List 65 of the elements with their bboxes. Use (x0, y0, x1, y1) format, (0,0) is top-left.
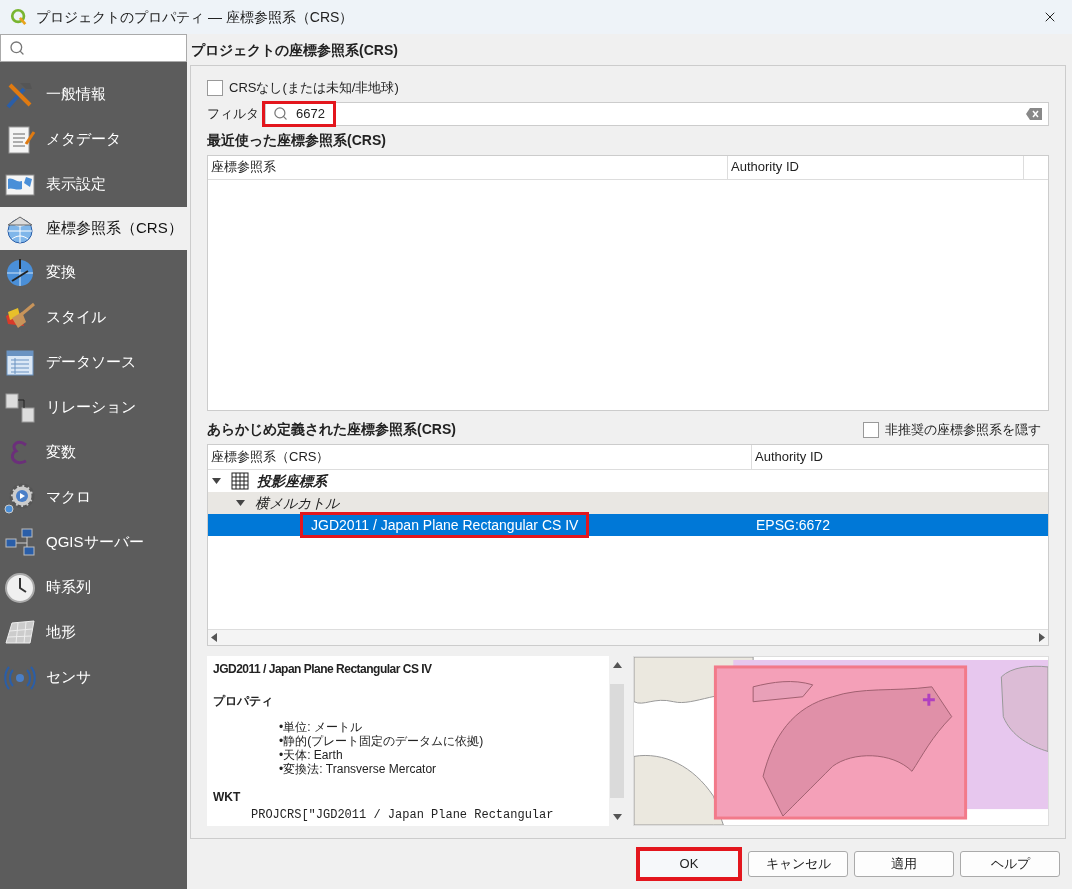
sidebar-item[interactable]: センサ (0, 655, 187, 700)
checkbox-label: 非推奨の座標参照系を隠す (885, 420, 1041, 439)
search-field[interactable] (0, 34, 187, 62)
tree-row[interactable]: 横メルカトル (208, 492, 1048, 514)
clear-icon[interactable] (1026, 107, 1042, 120)
scroll-left-icon[interactable] (211, 633, 217, 642)
window-title: プロジェクトのプロパティ — 座標参照系（CRS） (36, 7, 354, 27)
sidebar-item[interactable]: 座標参照系（CRS） (0, 207, 187, 250)
wkt-heading: WKT (213, 789, 242, 806)
dialog-button[interactable]: キャンセル (748, 851, 848, 877)
property-item: •静的(プレート固定のデータムに依拠) (279, 734, 485, 748)
scroll-up-icon[interactable] (612, 662, 622, 668)
scroll-down-icon[interactable] (612, 814, 622, 820)
collapse-icon[interactable] (236, 500, 245, 506)
sidebar-item[interactable]: QGISサーバー (0, 520, 187, 565)
sidebar-item[interactable]: 時系列 (0, 565, 187, 610)
tree-group-label: 投影座標系 (257, 471, 327, 491)
grid-icon (231, 472, 249, 490)
section-title: プロジェクトの座標参照系(CRS) (191, 41, 399, 60)
scroll-right-icon[interactable] (1039, 633, 1045, 642)
checkbox[interactable] (207, 79, 223, 96)
section-title: あらかじめ定義された座標参照系(CRS) (207, 420, 456, 439)
sidebar-item[interactable]: データソース (0, 340, 187, 385)
dialog-button[interactable]: ヘルプ (960, 851, 1060, 877)
authority-id: EPSG:6672 (755, 515, 831, 535)
column-header[interactable]: 座標参照系 (208, 155, 728, 179)
scrollbar-thumb[interactable] (610, 684, 624, 798)
collapse-icon[interactable] (212, 478, 221, 484)
column-header[interactable]: 座標参照系（CRS） (208, 445, 752, 469)
property-item: •天体: Earth (279, 748, 344, 762)
properties-heading: プロパティ (213, 693, 274, 710)
clock-icon (4, 571, 36, 604)
relation-icon (4, 391, 36, 424)
filter-field[interactable]: 6672 (262, 100, 336, 127)
sidebar-item[interactable]: メタデータ (0, 117, 187, 162)
sidebar-item[interactable]: 変数 (0, 430, 187, 475)
crs-details-title: JGD2011 / Japan Plane Rectangular CS IV (213, 661, 433, 678)
property-item: •単位: メートル (279, 720, 363, 734)
sidebar-item[interactable]: 変換 (0, 250, 187, 295)
gear-icon (4, 481, 36, 514)
search-icon (273, 106, 288, 121)
sidebar-item[interactable]: 地形 (0, 610, 187, 655)
filter-label: フィルタ (207, 104, 259, 123)
checkbox[interactable] (863, 421, 879, 438)
column-header[interactable]: Authority ID (728, 155, 1024, 179)
sidebar-item[interactable]: 表示設定 (0, 162, 187, 207)
sidebar-item[interactable]: マクロ (0, 475, 187, 520)
checkbox-label: CRSなし(または未知/非地球) (229, 79, 399, 97)
horizontal-scrollbar[interactable] (208, 629, 1048, 645)
app-logo-icon (10, 8, 28, 26)
section-title: 最近使った座標参照系(CRS) (207, 130, 387, 150)
dialog-button[interactable]: OK (636, 847, 742, 881)
tree-group-label: 横メルカトル (255, 493, 339, 513)
sidebar-item[interactable]: 一般情報 (0, 72, 187, 117)
column-header[interactable]: Authority ID (752, 445, 1048, 469)
dialog-button[interactable]: 適用 (854, 851, 954, 877)
wkt-text: PROJCRS["JGD2011 / Japan Plane Rectangular (250, 807, 555, 824)
search-icon (9, 40, 25, 56)
property-item: •変換法: Transverse Mercator (279, 762, 438, 776)
globe-icon (4, 256, 36, 289)
sidebar-item[interactable]: リレーション (0, 385, 187, 430)
crs-name: JGD2011 / Japan Plane Rectangular CS IV (300, 512, 590, 538)
sidebar-item[interactable]: スタイル (0, 295, 187, 340)
network-icon (4, 526, 36, 559)
tree-row[interactable]: JGD2011 / Japan Plane Rectangular CS IV EPSG:6672 (208, 514, 1048, 536)
